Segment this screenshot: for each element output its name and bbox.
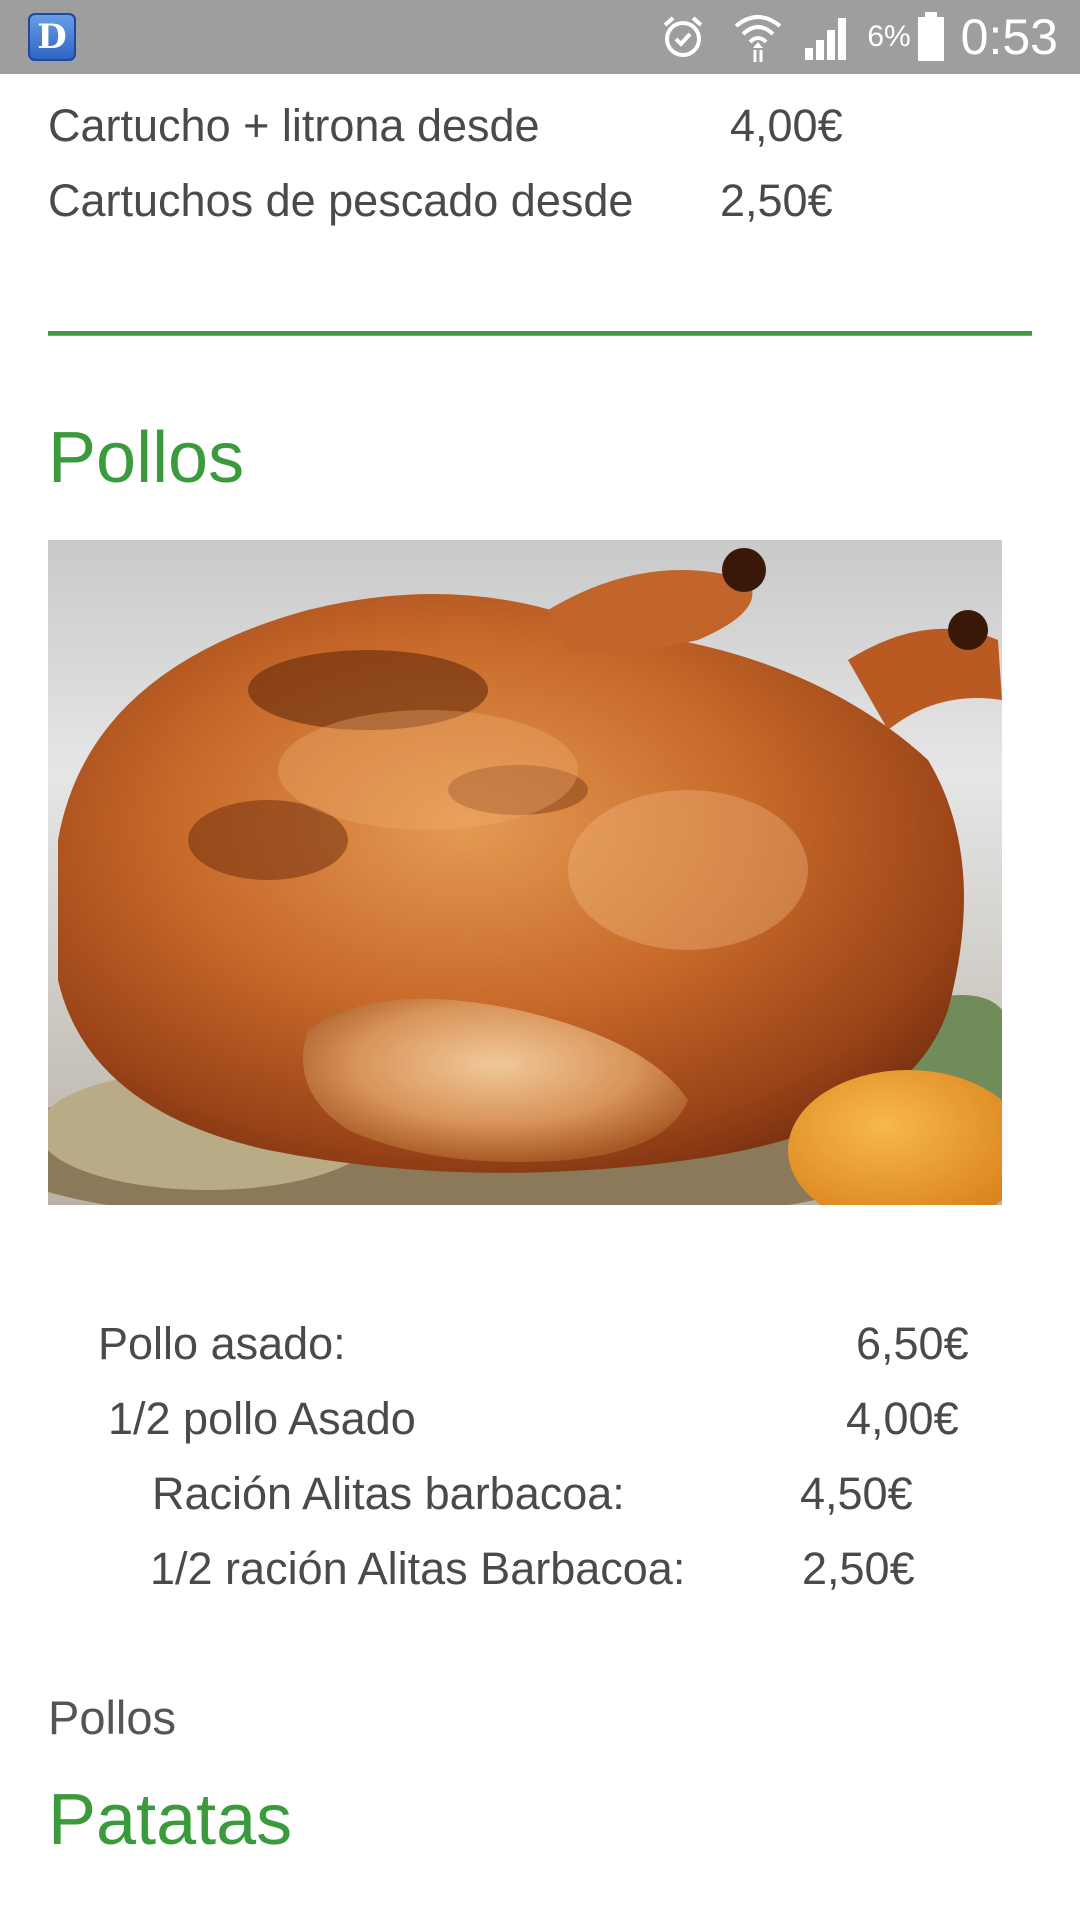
app-icon-letter: D (37, 17, 67, 57)
battery-icon (917, 12, 945, 62)
menu-item-label: 1/2 ración Alitas Barbacoa: (150, 1543, 686, 1594)
roast-chicken-photo (48, 540, 1002, 1205)
price-line-value: 4,00€ (730, 100, 843, 151)
menu-item-label: 1/2 pollo Asado (108, 1393, 416, 1444)
menu-item-price: 4,50€ (800, 1468, 913, 1519)
status-clock: 0:53 (960, 9, 1058, 65)
alarm-icon (659, 13, 707, 61)
status-bar: D 6% 0:53 (0, 0, 1080, 74)
section-title-pollos: Pollos (48, 418, 245, 498)
signal-icon (803, 14, 853, 60)
menu-item-price: 6,50€ (856, 1318, 969, 1369)
section-divider (48, 331, 1032, 336)
price-line-value: 2,50€ (720, 175, 833, 226)
wifi-icon (733, 10, 783, 64)
section-caption: Pollos (48, 1691, 177, 1744)
price-line-label: Cartuchos de pescado desde (48, 175, 634, 226)
price-line-label: Cartucho + litrona desde (48, 100, 540, 151)
app-notification-icon: D (28, 13, 76, 61)
section-title-patatas: Patatas (48, 1780, 293, 1860)
menu-item-price: 4,00€ (846, 1393, 959, 1444)
battery-percent: 6% (867, 20, 911, 53)
menu-item-label: Pollo asado: (98, 1318, 346, 1369)
status-icons: 6% 0:53 (659, 0, 1058, 74)
menu-item-price: 2,50€ (802, 1543, 915, 1594)
menu-item-label: Ración Alitas barbacoa: (152, 1468, 625, 1519)
